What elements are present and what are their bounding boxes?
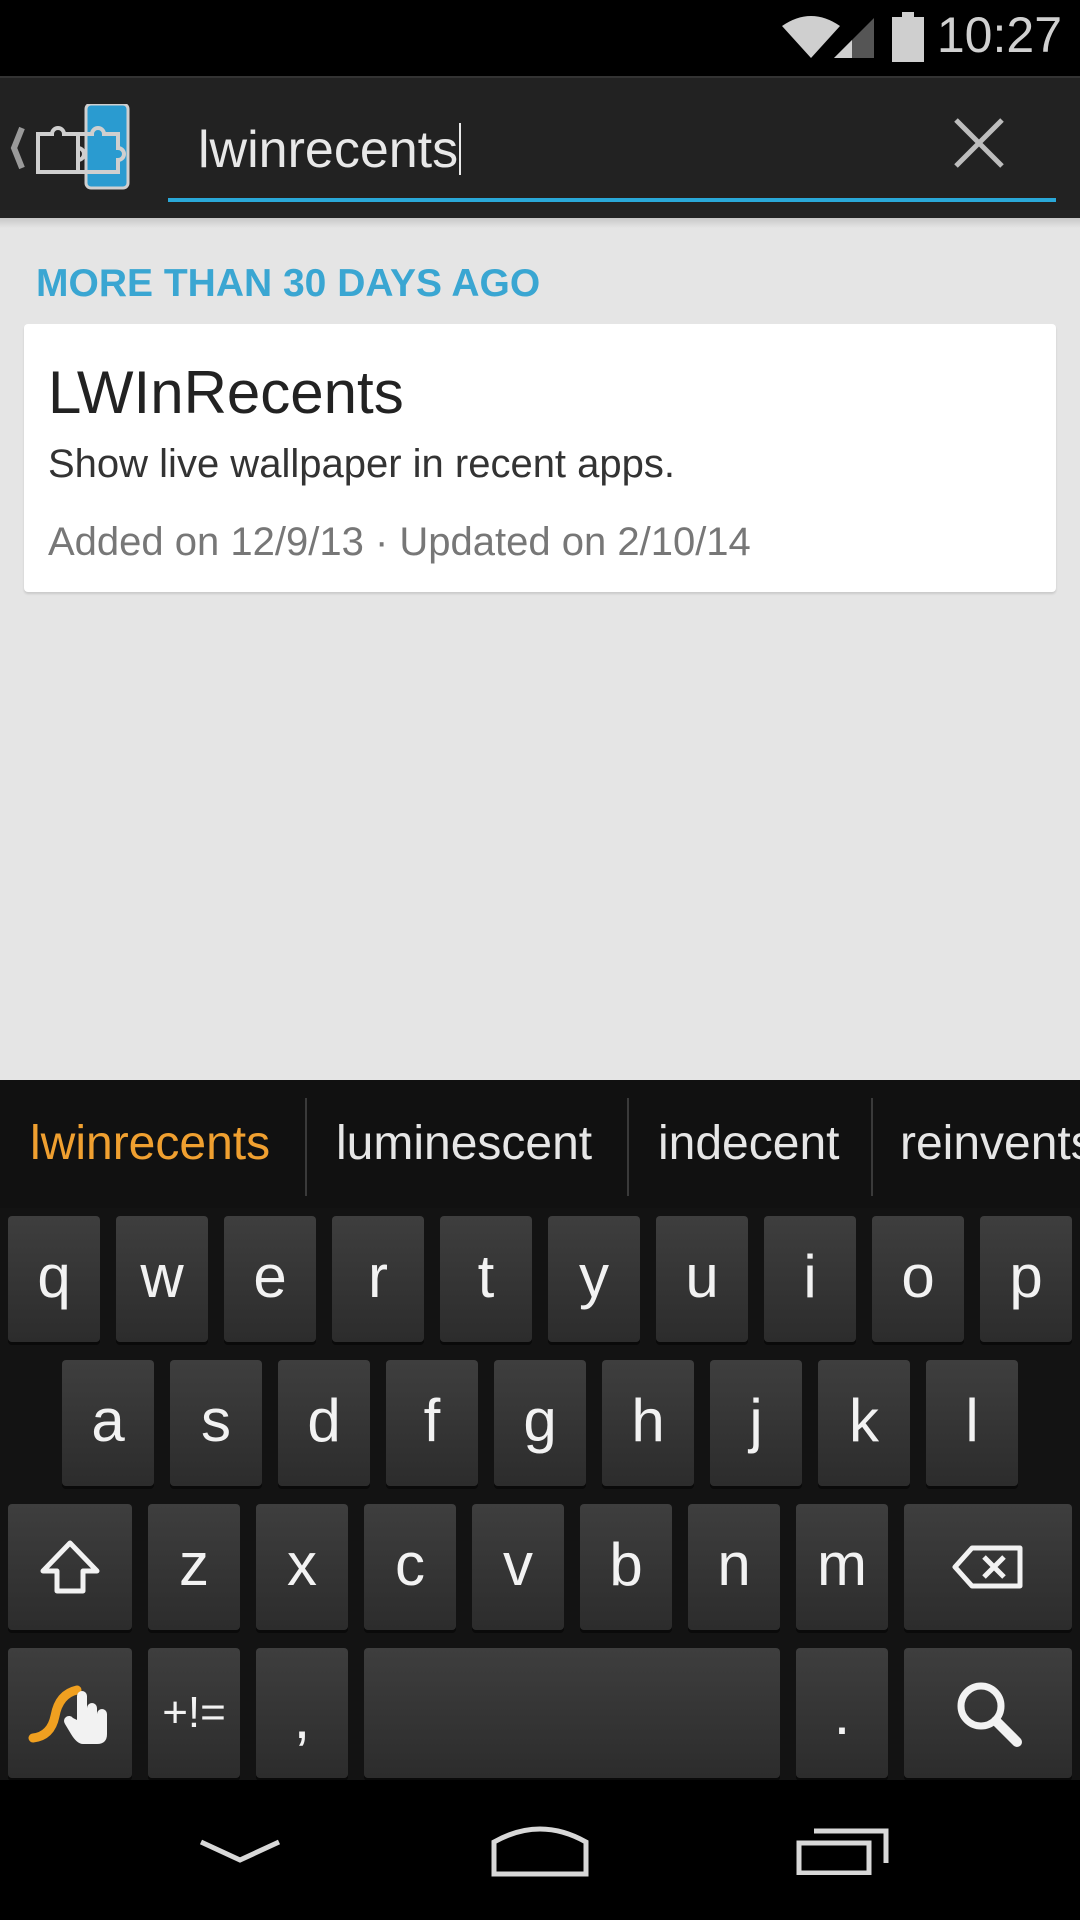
key-j[interactable]: j — [710, 1360, 802, 1486]
key-h[interactable]: h — [602, 1360, 694, 1486]
module-card[interactable]: LWInRecents Show live wallpaper in recen… — [24, 324, 1056, 592]
suggestion-4[interactable]: reinvents — [900, 1116, 1080, 1171]
soft-keyboard: lwinrecents luminescent indecent reinven… — [0, 1080, 1080, 1780]
search-icon — [957, 1682, 1022, 1747]
key-b[interactable]: b — [580, 1504, 672, 1630]
key-f[interactable]: f — [386, 1360, 478, 1486]
suggestion-3[interactable]: indecent — [658, 1116, 839, 1171]
search-results: MORE THAN 30 DAYS AGO LWInRecents Show l… — [0, 218, 1080, 1080]
shift-key[interactable] — [8, 1504, 132, 1630]
search-input-value: lwinrecents — [198, 121, 459, 179]
home-button[interactable] — [486, 1808, 594, 1892]
shift-icon — [40, 1540, 100, 1594]
key-v[interactable]: v — [472, 1504, 564, 1630]
xposed-installer-puzzle-icon[interactable] — [8, 104, 136, 192]
text-cursor — [459, 123, 462, 175]
comma-key[interactable]: , — [256, 1648, 348, 1778]
key-d[interactable]: d — [278, 1360, 370, 1486]
key-g[interactable]: g — [494, 1360, 586, 1486]
back-icon — [199, 1839, 281, 1863]
suggestion-strip: lwinrecents luminescent indecent reinven… — [0, 1080, 1080, 1208]
swype-key[interactable] — [8, 1648, 132, 1778]
suggestion-1[interactable]: lwinrecents — [30, 1116, 270, 1171]
space-key[interactable] — [364, 1648, 780, 1778]
key-r[interactable]: r — [332, 1216, 424, 1342]
key-x[interactable]: x — [256, 1504, 348, 1630]
suggestion-divider — [627, 1098, 629, 1196]
section-header: MORE THAN 30 DAYS AGO — [36, 262, 541, 305]
key-k[interactable]: k — [818, 1360, 910, 1486]
action-bar: lwinrecents — [0, 76, 1080, 218]
close-icon[interactable] — [950, 114, 1008, 172]
key-n[interactable]: n — [688, 1504, 780, 1630]
module-description: Show live wallpaper in recent apps. — [48, 442, 676, 486]
navigation-bar — [0, 1780, 1080, 1920]
backspace-key[interactable] — [904, 1504, 1072, 1630]
module-dates: Added on 12/9/13 · Updated on 2/10/14 — [48, 520, 751, 564]
back-button[interactable] — [190, 1808, 290, 1892]
key-q[interactable]: q — [8, 1216, 100, 1342]
recent-apps-icon — [796, 1828, 889, 1875]
key-a[interactable]: a — [62, 1360, 154, 1486]
status-bar: 10:27 — [0, 0, 1080, 76]
suggestion-2[interactable]: luminescent — [336, 1116, 592, 1171]
swype-icon — [28, 1685, 107, 1744]
key-p[interactable]: p — [980, 1216, 1072, 1342]
backspace-icon — [952, 1545, 1023, 1589]
key-o[interactable]: o — [872, 1216, 964, 1342]
key-i[interactable]: i — [764, 1216, 856, 1342]
period-key[interactable]: . — [796, 1648, 888, 1778]
key-m[interactable]: m — [796, 1504, 888, 1630]
cell-signal-icon — [834, 18, 874, 58]
key-e[interactable]: e — [224, 1216, 316, 1342]
key-l[interactable]: l — [926, 1360, 1018, 1486]
suggestion-divider — [305, 1098, 307, 1196]
search-input[interactable]: lwinrecents — [168, 108, 1056, 202]
key-s[interactable]: s — [170, 1360, 262, 1486]
symbols-key[interactable]: +!= — [148, 1648, 240, 1778]
key-c[interactable]: c — [364, 1504, 456, 1630]
suggestion-divider — [871, 1098, 873, 1196]
recent-apps-button[interactable] — [790, 1808, 896, 1892]
key-u[interactable]: u — [656, 1216, 748, 1342]
module-title: LWInRecents — [48, 359, 404, 426]
home-icon — [491, 1826, 589, 1877]
key-y[interactable]: y — [548, 1216, 640, 1342]
battery-icon — [892, 12, 924, 62]
status-time: 10:27 — [936, 7, 1062, 63]
key-z[interactable]: z — [148, 1504, 240, 1630]
search-key[interactable] — [904, 1648, 1072, 1778]
key-t[interactable]: t — [440, 1216, 532, 1342]
key-w[interactable]: w — [116, 1216, 208, 1342]
